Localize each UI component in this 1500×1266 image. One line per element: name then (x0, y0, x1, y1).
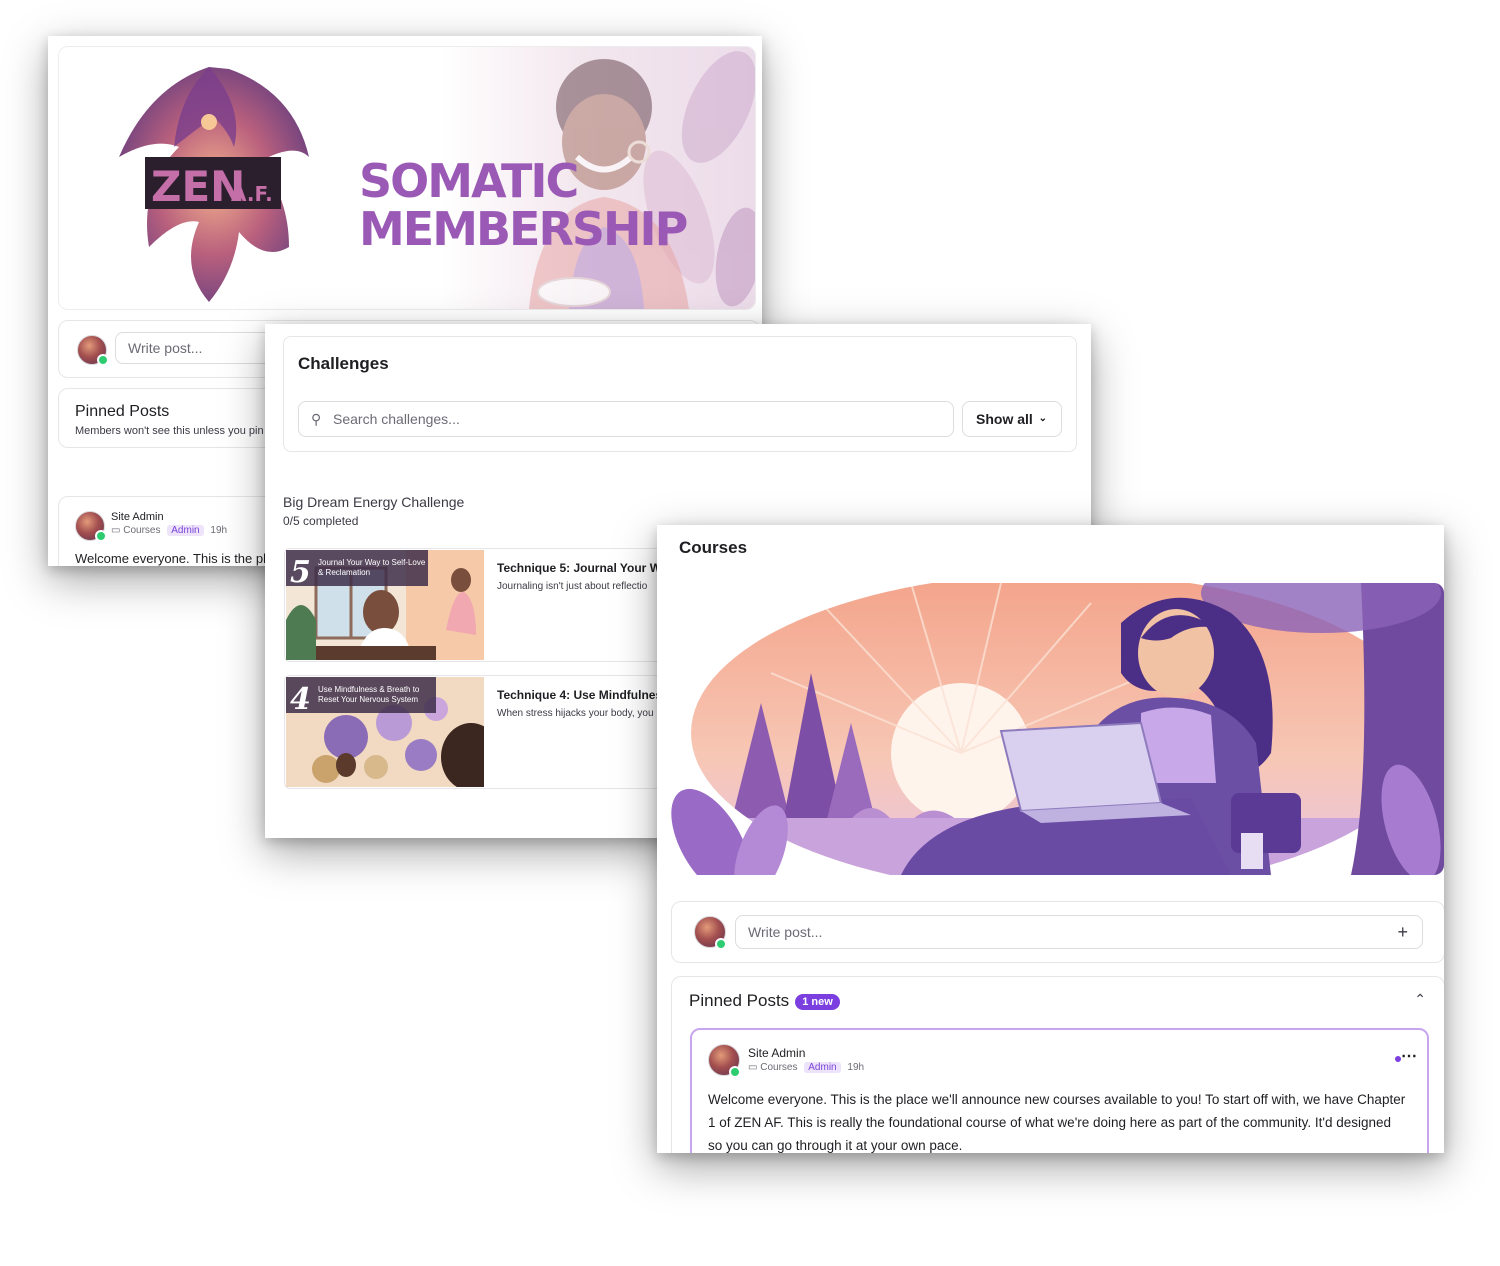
thumb-caption: Journal Your Way to Self-Love & Reclamat… (318, 558, 426, 577)
courses-banner-artwork (671, 583, 1444, 875)
challenge-item-desc: When stress hijacks your body, you (497, 708, 654, 719)
challenges-header: Challenges ⚲ Search challenges... Show a… (283, 336, 1077, 452)
write-post-bar: Write post... + (671, 901, 1444, 963)
online-status-dot (715, 938, 727, 950)
banner-artwork: ZEN A.F. SOMATIC MEMBERSHIP (59, 47, 755, 309)
pinned-posts-section: Pinned Posts 1 new ⌃ Site Admin ▭ Courses… (671, 976, 1444, 1153)
courses-title: Courses (679, 538, 748, 557)
challenge-number: 4 (290, 682, 311, 717)
chevron-up-icon[interactable]: ⌃ (1414, 991, 1426, 1008)
monitor-icon: ▭ (748, 1062, 758, 1073)
post-author[interactable]: Site Admin (748, 1046, 805, 1060)
thumb-caption: Use Mindfulness & Breath to Reset Your N… (318, 685, 420, 704)
admin-badge: Admin (167, 525, 204, 536)
challenge-number: 5 (290, 555, 311, 590)
chevron-down-icon: ⌄ (1038, 413, 1047, 424)
banner-title-line1: SOMATIC (359, 154, 577, 208)
logo-af-text: A.F. (231, 182, 273, 206)
online-status-dot (97, 354, 109, 366)
pinned-posts-title: Pinned Posts (689, 991, 790, 1010)
challenge-item-title: Technique 4: Use Mindfulness (497, 688, 669, 702)
show-all-label: Show all (976, 411, 1033, 427)
challenge-name[interactable]: Big Dream Energy Challenge (283, 494, 464, 510)
pinned-posts-title: Pinned Posts (75, 403, 170, 420)
pinned-posts-header[interactable]: Pinned Posts 1 new (689, 991, 840, 1011)
post-author[interactable]: Site Admin (111, 511, 164, 523)
courses-banner (671, 583, 1444, 875)
search-icon: ⚲ (311, 411, 322, 427)
courses-window: Courses Write post... + Pinned Posts 1 n… (657, 525, 1444, 1153)
pinned-posts-subtitle: Members won't see this unless you pin (75, 425, 264, 437)
post-meta: ▭ Courses Admin 19h (748, 1062, 864, 1073)
search-placeholder: Search challenges... (333, 411, 460, 427)
write-post-input[interactable]: Write post... + (735, 915, 1423, 949)
post-body: Welcome everyone. This is the pla (75, 551, 274, 566)
plus-icon[interactable]: + (1397, 916, 1408, 948)
monitor-icon: ▭ (111, 525, 121, 536)
post-meta: ▭ Courses Admin 19h (111, 525, 227, 536)
membership-banner: ZEN A.F. SOMATIC MEMBERSHIP (58, 46, 756, 310)
challenge-thumbnail: 4 Use Mindfulness & Breath to Reset Your… (286, 677, 484, 787)
post-time: 19h (210, 525, 228, 536)
admin-badge: Admin (804, 1062, 841, 1073)
show-all-button[interactable]: Show all ⌄ (962, 401, 1062, 437)
challenge-progress: 0/5 completed (283, 514, 359, 528)
search-challenges-input[interactable]: ⚲ Search challenges... (298, 401, 954, 437)
challenge-item-title: Technique 5: Journal Your Wa (497, 561, 668, 575)
online-status-dot (729, 1066, 741, 1078)
challenge-thumbnail: 5 Journal Your Way to Self-Love & Reclam… (286, 550, 484, 660)
new-count-badge: 1 new (795, 993, 840, 1010)
challenge-item-desc: Journaling isn't just about reflectio (497, 581, 648, 592)
challenges-title: Challenges (298, 354, 389, 373)
post-space[interactable]: Courses (123, 525, 160, 536)
more-options-icon[interactable]: ⋯ (1401, 1046, 1417, 1066)
banner-title-line2: MEMBERSHIP (359, 202, 687, 256)
post-space[interactable]: Courses (760, 1062, 797, 1073)
pinned-post-card: Site Admin ▭ Courses Admin 19h ⋯ Welcome… (690, 1028, 1429, 1153)
post-time: 19h (847, 1062, 865, 1073)
write-post-placeholder: Write post... (748, 924, 823, 940)
post-body: Welcome everyone. This is the place we'l… (708, 1092, 1406, 1153)
online-status-dot (95, 530, 107, 542)
